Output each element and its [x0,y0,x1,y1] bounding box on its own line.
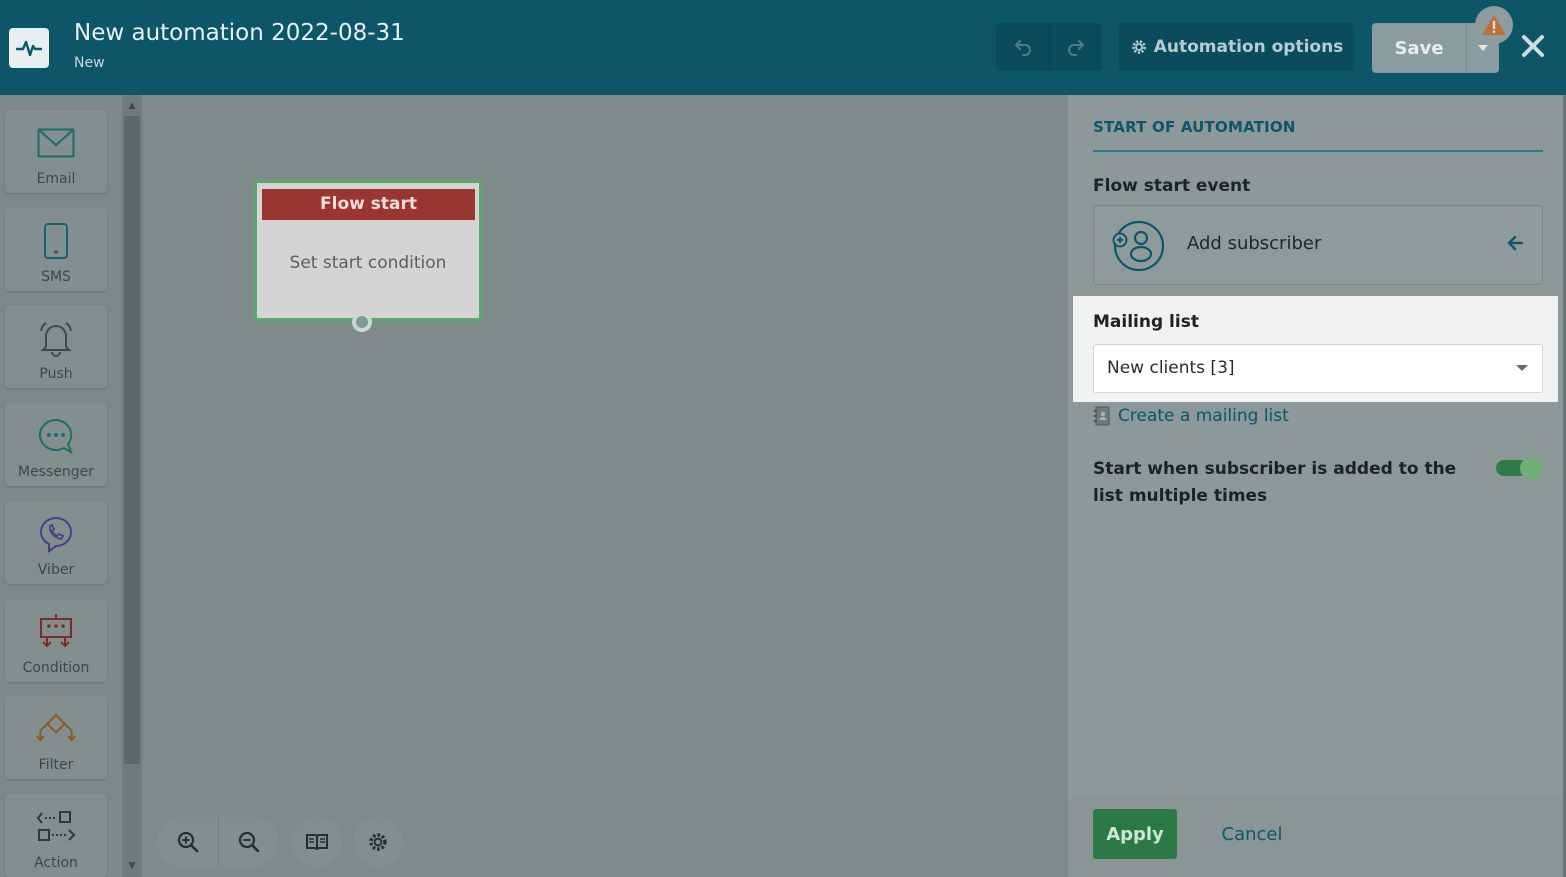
save-button[interactable]: Save [1372,23,1466,73]
repeat-start-toggle-knob[interactable] [1520,457,1543,480]
flow-start-node[interactable]: Flow start Set start condition [254,180,482,321]
book-icon [306,834,328,851]
redo-button[interactable] [1049,23,1102,71]
scroll-down-arrow-icon[interactable]: ▼ [125,860,139,872]
flow-start-condition-text: Set start condition [289,253,447,273]
tool-viber[interactable]: Viber [5,501,107,584]
flow-start-event-card[interactable]: Add subscriber [1093,205,1543,285]
warning-badge[interactable] [1475,6,1513,44]
tool-label: SMS [41,269,71,285]
tool-push[interactable]: Push [5,305,107,388]
zoom-in-icon [177,831,198,853]
top-header: New automation 2022-08-31 New Automation… [0,0,1566,95]
gear-icon [369,833,387,851]
redo-icon [1068,40,1085,56]
action-icon [36,807,76,847]
mailing-list-selected-value: New clients [3] [1107,358,1235,378]
tool-label: Viber [37,562,75,578]
pulse-logo-icon[interactable] [9,28,49,68]
tool-label: Messenger [17,464,95,480]
tool-sms[interactable]: SMS [5,208,107,291]
arrow-left-icon [1507,235,1524,251]
bell-icon [36,318,76,358]
gear-icon [1131,40,1146,54]
viber-icon [36,514,76,554]
tool-action[interactable]: Action [5,794,107,877]
create-mailing-list-link[interactable]: Create a mailing list [1093,406,1289,426]
filter-icon [36,709,76,749]
flow-start-event-value: Add subscriber [1187,233,1322,254]
zoom-in-button[interactable] [157,817,218,867]
apply-button[interactable]: Apply [1093,809,1177,859]
phone-icon [36,221,76,261]
add-subscriber-icon [1109,220,1165,272]
cancel-button[interactable]: Cancel [1212,809,1292,859]
tool-email[interactable]: Email [5,110,107,193]
mailing-list-label: Mailing list [1093,312,1199,332]
tool-label: Filter [38,757,74,773]
tool-label: Email [36,171,76,187]
guide-button[interactable] [292,817,342,867]
zoom-controls [157,817,279,867]
tool-label: Action [34,855,78,871]
repeat-start-label: Start when subscriber is added to the li… [1093,459,1457,506]
warning-icon [1482,15,1506,35]
automation-title[interactable]: New automation 2022-08-31 [74,20,405,46]
flow-start-title: Flow start [262,189,475,220]
undo-button[interactable] [996,23,1049,71]
panel-heading-divider [1093,150,1543,152]
create-mailing-list-text: Create a mailing list [1118,406,1289,426]
close-icon [1522,35,1544,57]
flow-output-connector[interactable] [352,312,372,332]
automation-status: New [74,55,105,71]
tool-messenger[interactable]: Messenger [5,403,107,486]
zoom-out-button[interactable] [218,817,279,867]
zoom-out-icon [238,831,260,853]
scroll-up-arrow-icon[interactable]: ▲ [125,100,139,112]
chat-icon [36,416,76,456]
caret-down-icon [1478,45,1488,51]
change-event-button[interactable] [1504,232,1526,254]
canvas-settings-button[interactable] [353,817,403,867]
close-button[interactable] [1515,28,1551,64]
caret-down-icon [1516,365,1528,371]
envelope-icon [36,123,76,163]
automation-options-button[interactable]: Automation options [1119,23,1354,71]
panel-heading: START OF AUTOMATION [1093,118,1296,136]
mailing-list-section: Mailing list New clients [3] [1073,296,1558,402]
tool-condition[interactable]: Condition [5,599,107,682]
tool-filter[interactable]: Filter [5,696,107,779]
flow-start-event-label: Flow start event [1093,176,1251,196]
address-book-icon [1094,406,1110,426]
palette-scrollbar-thumb[interactable] [124,116,140,764]
automation-options-label: Automation options [1153,37,1344,57]
mailing-list-select[interactable]: New clients [3] [1093,344,1543,393]
undo-icon [1014,40,1031,56]
tool-label: Condition [22,660,90,676]
condition-icon [36,612,76,652]
tool-label: Push [39,366,73,382]
history-controls [996,23,1102,71]
